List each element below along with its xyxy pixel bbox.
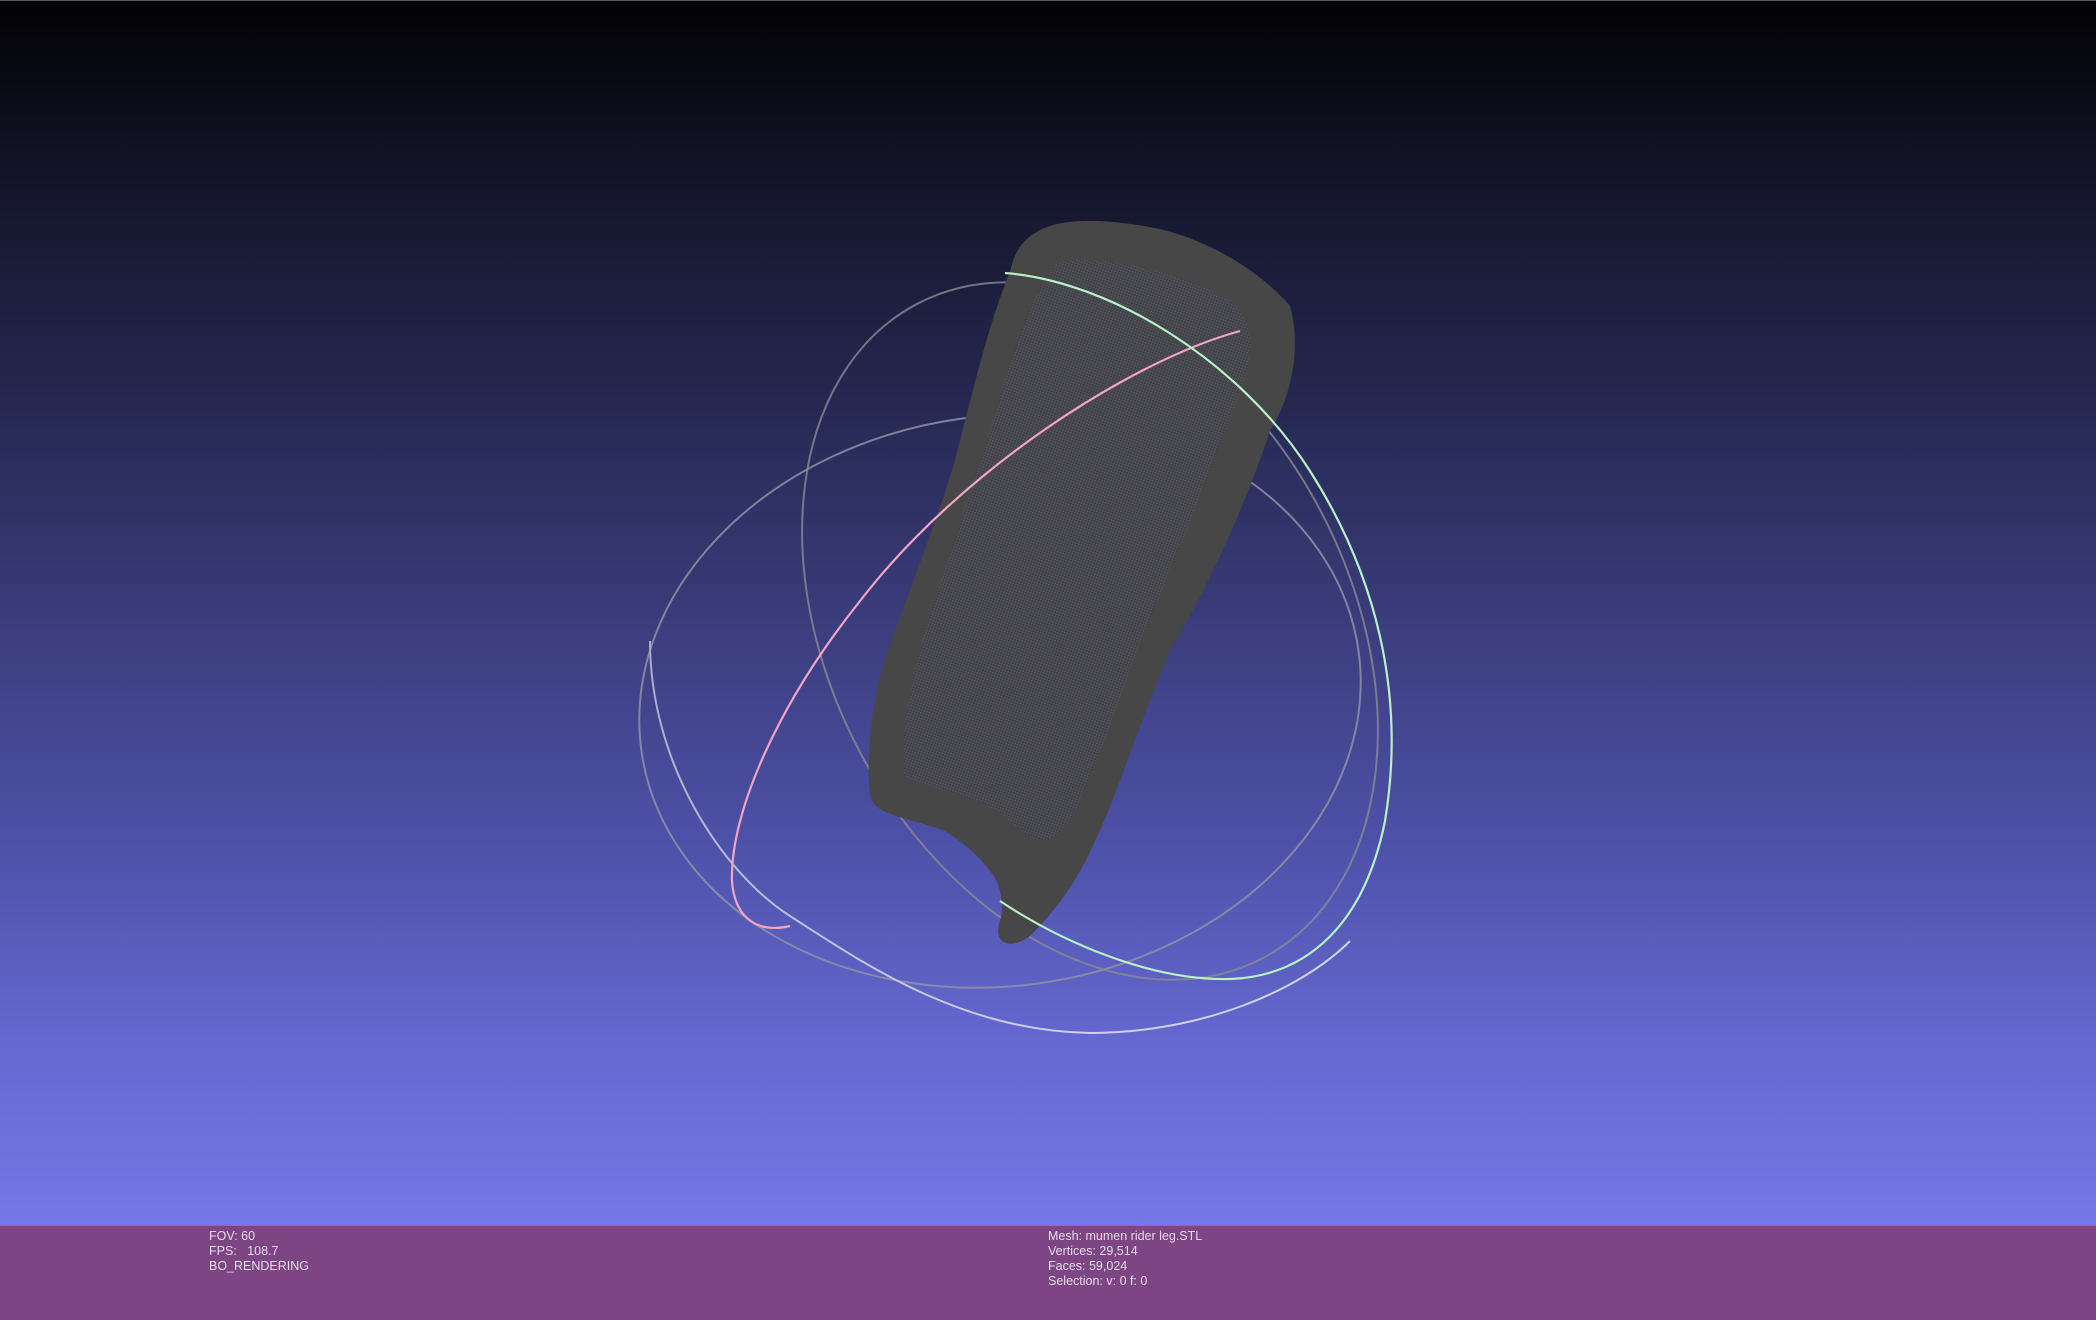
info-bar: FOV: 60 FPS: 108.7 BO_RENDERING Mesh: mu…	[0, 1225, 2096, 1320]
mesh-model[interactable]	[868, 220, 1295, 944]
selection-readout: Selection: v: 0 f: 0	[1048, 1274, 1148, 1288]
vertices-readout: Vertices: 29,514	[1048, 1244, 1138, 1258]
fov-readout: FOV: 60	[209, 1229, 256, 1243]
faces-readout: Faces: 59,024	[1048, 1259, 1128, 1273]
render-info: FOV: 60 FPS: 108.7 BO_RENDERING	[209, 1229, 309, 1274]
render-mode-readout: BO_RENDERING	[209, 1259, 310, 1273]
scene-canvas[interactable]	[0, 1, 2096, 1226]
fps-readout: FPS: 108.7	[209, 1244, 279, 1258]
3d-viewport[interactable]	[0, 0, 2096, 1225]
mesh-info: Mesh: mumen rider leg.STL Vertices: 29,5…	[1048, 1229, 1202, 1289]
mesh-name-readout: Mesh: mumen rider leg.STL	[1048, 1229, 1203, 1243]
